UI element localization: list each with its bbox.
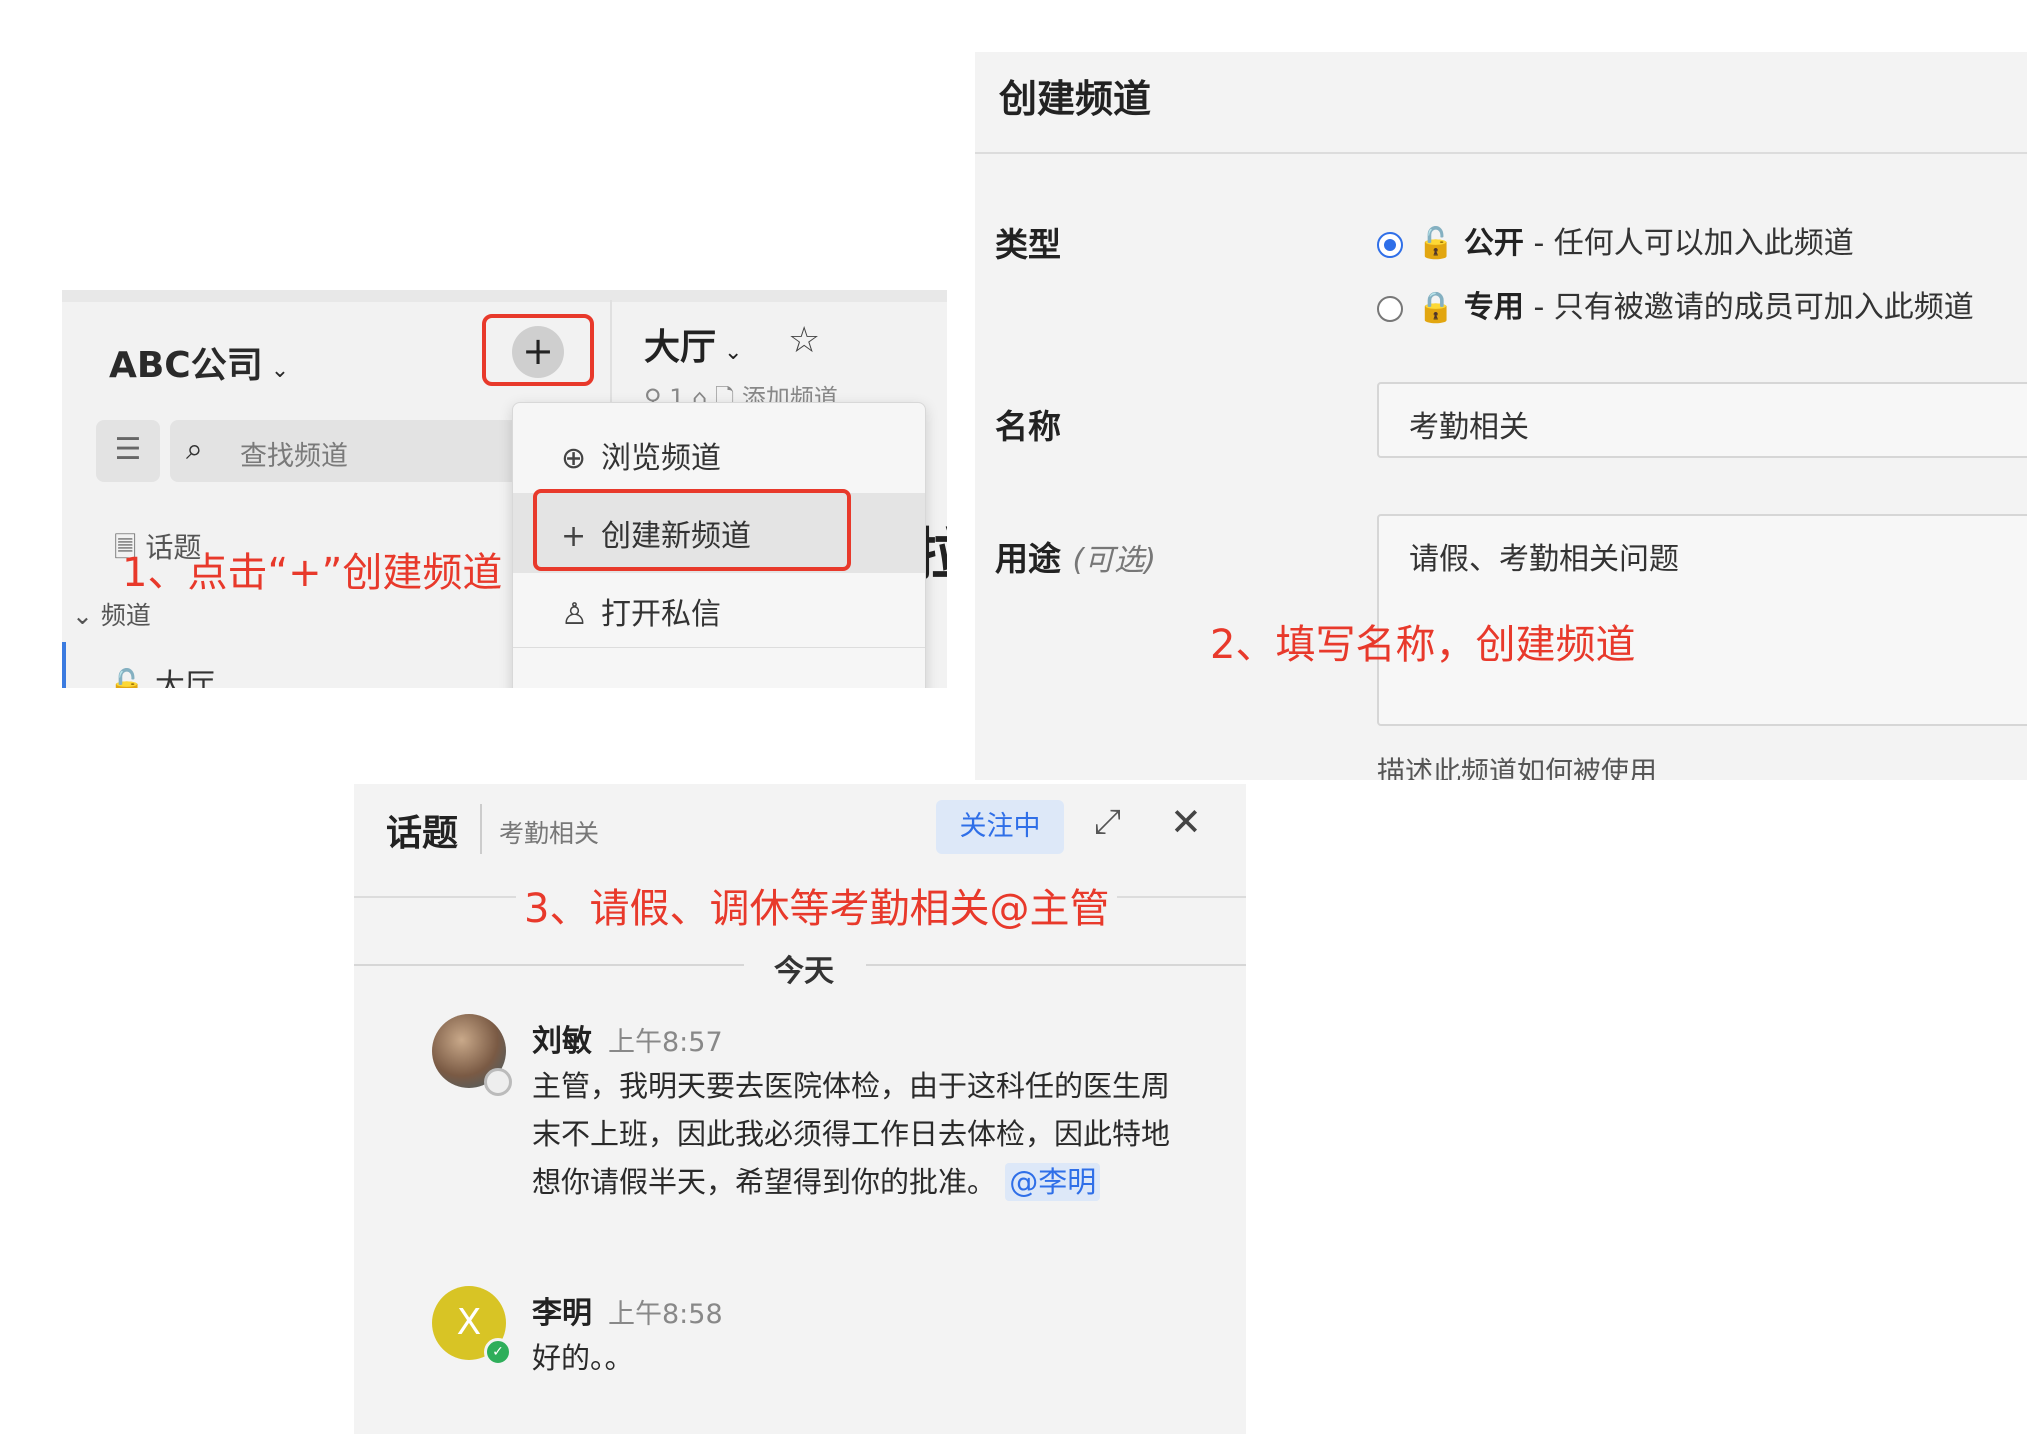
- mention-link[interactable]: @李明: [1005, 1163, 1101, 1201]
- add-menu: ⊕ 浏览频道 + 创建新频道 ♙ 打开私信: [512, 402, 926, 688]
- close-icon[interactable]: ✕: [1170, 800, 1202, 844]
- radio-selected-icon: [1377, 231, 1403, 258]
- channel-sidebar-panel: ABC公司 ⌄ + 大厅 ⌄ ☆ ♀ 1 ⌂ 🗋 添加频道 ☰ ⌕ 查找频道 🗏 话…: [62, 290, 947, 688]
- chevron-down-icon: ⌄: [270, 358, 290, 383]
- lock-open-icon: 🔓: [1417, 226, 1455, 261]
- status-offline-icon: [484, 1068, 512, 1096]
- active-indicator: [62, 642, 66, 688]
- date-divider-label: 今天: [774, 954, 834, 989]
- header-divider: [975, 152, 2027, 154]
- radio-empty-icon: [1377, 295, 1403, 322]
- thread-channel[interactable]: 考勤相关: [499, 814, 599, 850]
- name-label: 名称: [995, 407, 1061, 446]
- globe-icon: ⊕: [561, 441, 587, 476]
- star-icon[interactable]: ☆: [788, 320, 820, 361]
- highlight-box-create: [533, 489, 851, 571]
- message-author: 刘敏 上午8:57: [532, 1024, 723, 1059]
- chevron-down-icon: ⌄: [724, 340, 743, 365]
- search-icon: ⌕: [186, 432, 203, 467]
- thread-panel: 话题 考勤相关 关注中 ⤢ ✕ 3、请假、调休等考勤相关@主管 今天 刘敏 上午8…: [354, 784, 1246, 1434]
- workspace-switcher[interactable]: ABC公司 ⌄: [109, 336, 289, 388]
- top-strip: [62, 290, 947, 302]
- thread-title: 话题: [386, 813, 459, 854]
- radio-private[interactable]: 🔒 专用 - 只有被邀请的成员可加入此频道: [1377, 282, 1974, 326]
- menu-item-private-message[interactable]: ♙ 打开私信: [561, 589, 721, 633]
- dialog-title: 创建频道: [999, 77, 1152, 121]
- highlight-box-add: [482, 314, 594, 386]
- message-body: 主管，我明天要去医院体检，由于这科任的医生周 末不上班，因此我必须得工作日去体检…: [532, 1069, 1171, 1201]
- name-field[interactable]: 考勤相关: [1377, 382, 2027, 458]
- filter-icon[interactable]: ☰: [96, 420, 160, 482]
- sidebar-section-channels[interactable]: ⌄ 频道: [72, 596, 151, 632]
- type-label: 类型: [995, 225, 1061, 264]
- expand-icon[interactable]: ⤢: [1094, 802, 1121, 842]
- channel-title[interactable]: 大厅 ⌄: [644, 318, 742, 370]
- message-author: 李明 上午8:58: [532, 1296, 723, 1331]
- menu-separator: [513, 647, 925, 648]
- annotation-step2: 2、填写名称，创建频道: [1210, 622, 1636, 668]
- user-icon: ♙: [561, 597, 588, 632]
- title-divider: [480, 804, 482, 854]
- message-time: 上午8:57: [608, 1027, 723, 1058]
- message-time: 上午8:58: [608, 1299, 723, 1330]
- lock-open-icon: 🔓: [108, 668, 146, 688]
- search-placeholder: 查找频道: [240, 441, 348, 472]
- menu-item-browse[interactable]: ⊕ 浏览频道: [561, 433, 721, 477]
- message-body: 好的。。: [532, 1341, 634, 1375]
- status-online-icon: ✓: [484, 1338, 512, 1366]
- purpose-hint: 描述此频道如何被使用: [1377, 755, 1658, 780]
- date-divider-right: [866, 964, 1246, 966]
- lock-icon: 🔒: [1417, 290, 1455, 325]
- annotation-step3: 3、请假、调休等考勤相关@主管: [516, 876, 1118, 934]
- purpose-label: 用途 (可选): [995, 539, 1156, 578]
- follow-button[interactable]: 关注中: [936, 800, 1064, 854]
- annotation-step1: 1、点击“+”创建频道: [122, 550, 503, 596]
- radio-public[interactable]: 🔓 公开 - 任何人可以加入此频道: [1377, 218, 1854, 262]
- search-input[interactable]: ⌕ 查找频道: [170, 420, 530, 482]
- sidebar-item-hall[interactable]: 🔓 大厅: [108, 660, 215, 688]
- create-channel-dialog: 创建频道 类型 🔓 公开 - 任何人可以加入此频道 🔒 专用 - 只有被邀请的成…: [975, 52, 2027, 780]
- date-divider-left: [354, 964, 744, 966]
